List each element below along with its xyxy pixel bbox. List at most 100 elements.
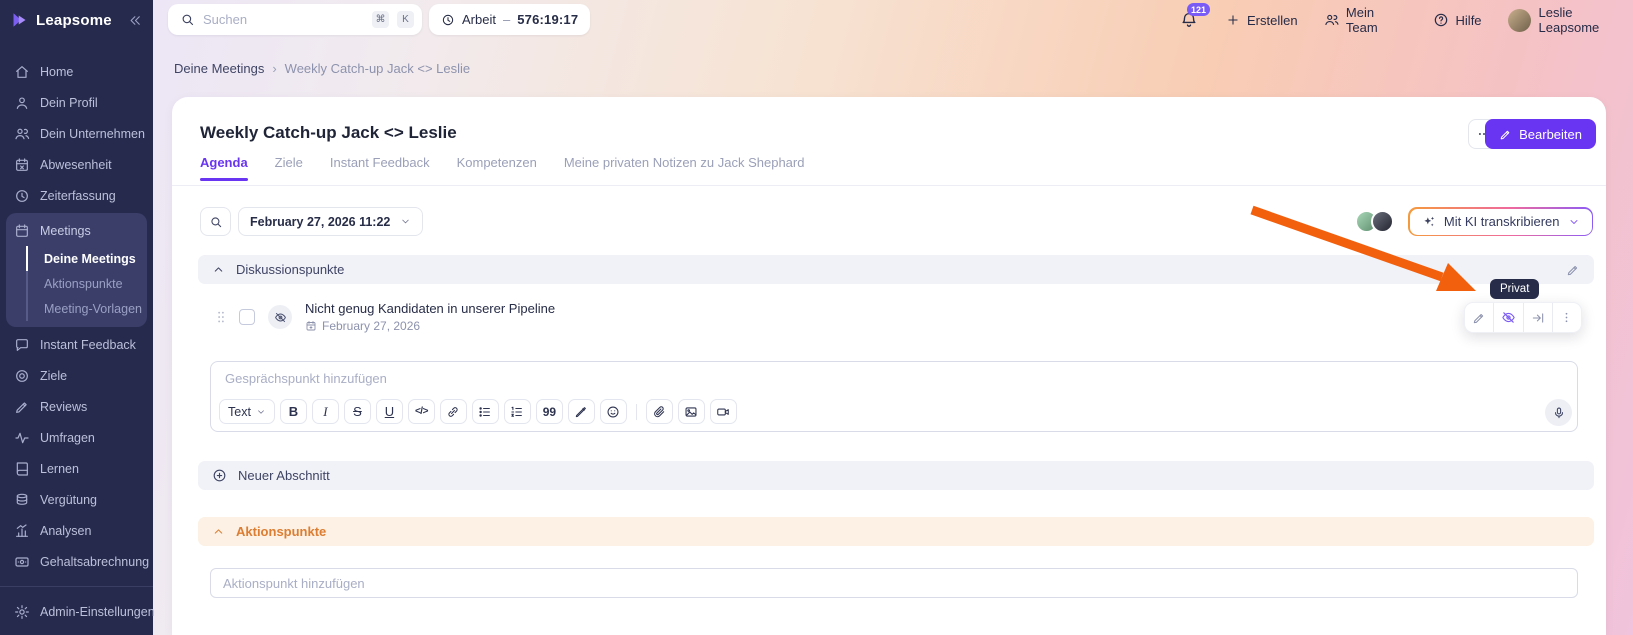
sidebar-subitem-meeting-vorlagen[interactable]: Meeting-Vorlagen	[28, 296, 147, 321]
tab-ziele[interactable]: Ziele	[275, 155, 303, 181]
edit-section-button[interactable]	[1566, 263, 1580, 277]
bold-button[interactable]: B	[280, 399, 307, 424]
sidebar-item-zeiterfassung[interactable]: Zeiterfassung	[0, 180, 153, 211]
user-icon	[14, 95, 30, 111]
italic-button[interactable]: I	[312, 399, 339, 424]
underline-button[interactable]: U	[376, 399, 403, 424]
sidebar-item-instant-feedback[interactable]: Instant Feedback	[0, 329, 153, 360]
page-title: Weekly Catch-up Jack <> Leslie	[200, 123, 457, 143]
sidebar-item-admin-einstellungen[interactable]: Admin-Einstellungen	[0, 596, 153, 627]
timer-separator: –	[503, 12, 510, 27]
text-format-dropdown[interactable]: Text	[219, 399, 275, 424]
tab-kompetenzen[interactable]: Kompetenzen	[457, 155, 537, 181]
strikethrough-button[interactable]: S	[344, 399, 371, 424]
meeting-date-selector[interactable]: February 27, 2026 11:22	[238, 207, 423, 236]
discussion-item-text[interactable]: Nicht genug Kandidaten in unserer Pipeli…	[305, 301, 555, 333]
meeting-detail-card: Weekly Catch-up Jack <> Leslie Bearbeite…	[172, 97, 1606, 635]
kebab-menu-icon	[1560, 311, 1573, 324]
discussion-section-header[interactable]: Diskussionspunkte	[198, 255, 1594, 284]
calendar-icon	[14, 223, 30, 239]
user-avatar[interactable]	[1508, 9, 1531, 32]
sidebar-subitem-aktionspunkte[interactable]: Aktionspunkte	[28, 271, 147, 296]
sidebar-subitem-label: Aktionspunkte	[44, 277, 123, 291]
help-button[interactable]: Hilfe	[1433, 12, 1482, 28]
participant-avatar[interactable]	[1371, 210, 1394, 233]
sidebar-subitem-label: Meeting-Vorlagen	[44, 302, 142, 316]
tab-private-notizen[interactable]: Meine privaten Notizen zu Jack Shephard	[564, 155, 805, 181]
sidebar-item-ziele[interactable]: Ziele	[0, 360, 153, 391]
my-team-button[interactable]: Mein Team	[1324, 5, 1407, 35]
item-checkbox[interactable]	[239, 309, 255, 325]
sidebar-item-abwesenheit[interactable]: Abwesenheit	[0, 149, 153, 180]
code-icon: </>	[415, 406, 428, 417]
tab-agenda[interactable]: Agenda	[200, 155, 248, 181]
text-format-label: Text	[228, 405, 251, 419]
search-agenda-button[interactable]	[200, 207, 231, 236]
insert-video-button[interactable]	[710, 399, 737, 424]
calendar-icon	[305, 320, 317, 332]
banknote-icon	[14, 554, 30, 570]
discussion-item-title: Nicht genug Kandidaten in unserer Pipeli…	[305, 301, 555, 316]
sidebar-item-gehaltsabrechnung[interactable]: Gehaltsabrechnung	[0, 546, 153, 577]
chart-icon	[14, 523, 30, 539]
breadcrumb-parent[interactable]: Deine Meetings	[174, 61, 264, 76]
time-tracking-widget[interactable]: Arbeit – 576:19:17	[429, 4, 590, 35]
italic-icon: I	[323, 404, 327, 420]
sidebar: Leapsome Home Dein Profil Dein Unternehm…	[0, 0, 153, 635]
sidebar-subitem-deine-meetings[interactable]: Deine Meetings	[28, 246, 147, 271]
sidebar-item-meetings[interactable]: Meetings	[6, 215, 147, 246]
sidebar-item-unternehmen[interactable]: Dein Unternehmen	[0, 118, 153, 149]
strikethrough-icon: S	[353, 404, 362, 419]
sidebar-item-profil[interactable]: Dein Profil	[0, 87, 153, 118]
sidebar-item-umfragen[interactable]: Umfragen	[0, 422, 153, 453]
edit-button[interactable]: Bearbeiten	[1485, 119, 1596, 149]
quote-button[interactable]: 99	[536, 399, 563, 424]
edit-item-button[interactable]	[1465, 303, 1493, 332]
create-button[interactable]: Erstellen	[1226, 13, 1298, 28]
sidebar-item-label: Analysen	[40, 524, 91, 538]
emoji-button[interactable]	[600, 399, 627, 424]
sidebar-item-lernen[interactable]: Lernen	[0, 453, 153, 484]
attachment-button[interactable]	[646, 399, 673, 424]
code-button[interactable]: </>	[408, 399, 435, 424]
emoji-icon	[606, 405, 620, 419]
discussion-item: Nicht genug Kandidaten in unserer Pipeli…	[216, 299, 555, 335]
timer-label: Arbeit	[462, 12, 496, 27]
sidebar-divider	[0, 586, 153, 587]
user-menu[interactable]: Leslie Leapsome	[1539, 5, 1633, 35]
bullet-list-button[interactable]	[472, 399, 499, 424]
sidebar-item-verguetung[interactable]: Vergütung	[0, 484, 153, 515]
sidebar-item-home[interactable]: Home	[0, 56, 153, 87]
sidebar-item-label: Admin-Einstellungen	[40, 605, 155, 619]
private-item-indicator[interactable]	[268, 305, 292, 329]
new-section-button[interactable]: Neuer Abschnitt	[198, 461, 1594, 490]
notifications-button[interactable]: 121	[1180, 11, 1198, 29]
voice-input-button[interactable]	[1545, 399, 1572, 426]
link-button[interactable]	[440, 399, 467, 424]
sidebar-item-reviews[interactable]: Reviews	[0, 391, 153, 422]
sidebar-collapse-button[interactable]	[128, 13, 143, 28]
sidebar-item-label: Instant Feedback	[40, 338, 136, 352]
tab-instant-feedback[interactable]: Instant Feedback	[330, 155, 430, 181]
drag-handle[interactable]	[216, 309, 226, 325]
action-item-input[interactable]	[211, 576, 1577, 591]
move-item-button[interactable]	[1523, 303, 1552, 332]
pulse-icon	[14, 430, 30, 446]
sidebar-item-analysen[interactable]: Analysen	[0, 515, 153, 546]
chevron-down-icon	[400, 216, 411, 227]
sidebar-item-label: Vergütung	[40, 493, 97, 507]
microphone-icon	[1552, 406, 1566, 420]
action-items-section-header[interactable]: Aktionspunkte	[198, 517, 1594, 546]
discussion-point-input[interactable]	[225, 371, 645, 386]
ai-transcribe-label: Mit KI transkribieren	[1444, 214, 1560, 229]
search-input[interactable]	[203, 12, 364, 27]
insert-image-button[interactable]	[678, 399, 705, 424]
question-icon	[1433, 12, 1449, 28]
ai-transcribe-button[interactable]: Mit KI transkribieren	[1408, 207, 1593, 236]
item-more-button[interactable]	[1552, 303, 1581, 332]
kbd-modifier: ⌘	[372, 11, 389, 28]
sidebar-item-label: Umfragen	[40, 431, 95, 445]
highlight-button[interactable]	[568, 399, 595, 424]
numbered-list-button[interactable]	[504, 399, 531, 424]
toggle-private-button[interactable]	[1493, 303, 1522, 332]
